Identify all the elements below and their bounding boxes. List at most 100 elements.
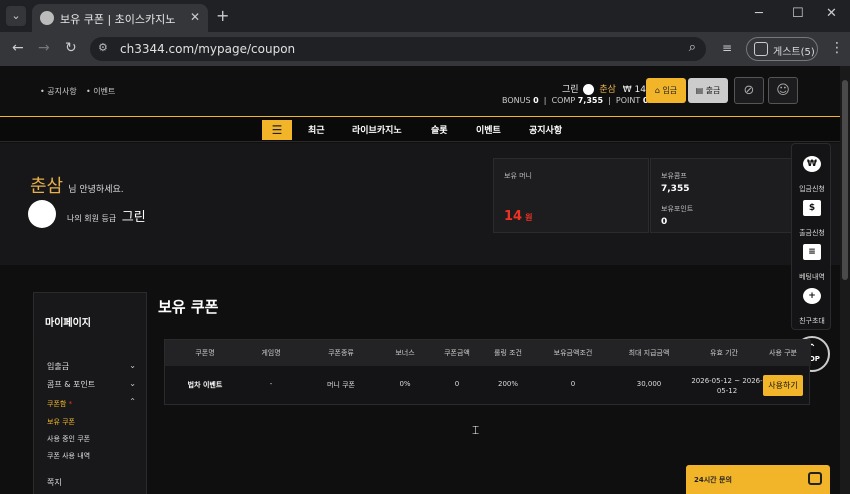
col-period: 유효 기간 — [710, 349, 738, 357]
money-label: 보유 머니 — [504, 172, 532, 180]
col-rolling: 롤링 조건 — [494, 349, 522, 357]
col-bonus: 보너스 — [395, 349, 415, 357]
chevron-down-icon[interactable]: ⌄ — [129, 361, 136, 370]
col-name: 쿠폰명 — [195, 349, 215, 357]
bonus-label: BONUS — [502, 96, 531, 105]
back-icon[interactable]: ← — [12, 40, 24, 56]
profile-button[interactable]: 게스트(5) — [746, 37, 818, 61]
quick-withdraw[interactable]: $ 출금신청 — [792, 200, 832, 239]
quick-deposit[interactable]: ₩ 입금신청 — [792, 156, 832, 195]
chevron-up-icon[interactable]: ⌃ — [129, 397, 136, 406]
sidebar-item-coupons[interactable]: 쿠폰함 * — [47, 399, 72, 409]
won-icon: ₩ — [803, 156, 821, 172]
close-window-icon[interactable]: ✕ — [826, 6, 837, 21]
main-menu: ☰ 최근 라이브카지노 슬롯 이벤트 공지사항 — [0, 116, 850, 142]
quick-bet-history[interactable]: ≡ 베팅내역 — [792, 244, 832, 283]
table-header: 쿠폰명 게임명 쿠폰종류 보너스 쿠폰금액 롤링 조건 보유금액조건 최대 지급… — [165, 340, 811, 366]
quick-withdraw-label: 출금신청 — [799, 229, 825, 237]
hero-greeting: 님 안녕하세요. — [68, 185, 124, 195]
browser-tab-strip: ⌄ 보유 쿠폰 | 초이스카지노 ✕ + ─ ☐ ✕ — [0, 0, 850, 32]
col-max-payout: 최대 지급금액 — [628, 349, 670, 357]
grade-name: 그린 — [121, 210, 146, 225]
maximize-icon[interactable]: ☐ — [792, 6, 804, 21]
point-card-value: 0 — [661, 217, 668, 227]
comp-card: 보유콤프 7,355 보유포인트 0 — [650, 158, 795, 233]
level-name: 그린 — [562, 85, 579, 95]
cell-hold-condition: 0 — [570, 380, 576, 388]
grade-label: 나의 회원 등급 — [67, 214, 117, 223]
quick-menu: ₩ 입금신청 $ 출금신청 ≡ 베팅내역 + 친구초대 — [791, 143, 831, 330]
point-card-label: 보유포인트 — [661, 205, 694, 213]
profile-icon — [754, 42, 768, 56]
new-tab-button[interactable]: + — [216, 6, 229, 25]
event-link[interactable]: • 이벤트 — [86, 86, 115, 97]
use-coupon-button[interactable]: 사용하기 — [763, 375, 803, 396]
address-bar[interactable]: ⚙ ch3344.com/mypage/coupon ⌕ — [90, 37, 706, 61]
points-summary: BONUS 0 | COMP 7,355 | POINT 0 — [502, 96, 648, 105]
col-hold-condition: 보유금액조건 — [553, 349, 593, 357]
menu-item-live-casino[interactable]: 라이브카지노 — [352, 123, 402, 136]
col-type: 쿠폰종류 — [328, 349, 354, 357]
page-title: 보유 쿠폰 — [158, 298, 219, 316]
quick-invite[interactable]: + 친구초대 — [792, 288, 832, 327]
support-chat-button[interactable]: 24시간 문의 — [686, 465, 830, 494]
browser-tab[interactable]: 보유 쿠폰 | 초이스카지노 ✕ — [32, 4, 208, 32]
sidebar-item-messages[interactable]: 쪽지 — [47, 477, 62, 488]
menu-item-slot[interactable]: 슬롯 — [431, 123, 448, 136]
url-text[interactable]: ch3344.com/mypage/coupon — [120, 42, 295, 56]
quick-bet-history-label: 베팅내역 — [799, 273, 825, 281]
sidebar-sub-coupon-history[interactable]: 쿠폰 사용 내역 — [47, 451, 90, 461]
hero-username: 춘삼 — [30, 176, 64, 197]
scrollbar-thumb[interactable] — [842, 80, 848, 280]
sidebar-sub-active-coupons[interactable]: 사용 중인 쿠폰 — [47, 434, 90, 444]
comp-card-value: 7,355 — [661, 184, 690, 194]
withdraw-button[interactable]: ▤ 출금 — [688, 78, 728, 103]
quick-invite-label: 친구초대 — [799, 317, 825, 325]
cell-type: 머니 쿠폰 — [327, 381, 355, 389]
col-game: 게임명 — [261, 349, 281, 357]
cell-name: 법차 이벤트 — [187, 381, 223, 389]
grade-info: 나의 회원 등급 그린 — [67, 206, 146, 225]
hamburger-icon[interactable]: ☰ — [262, 120, 292, 140]
quick-deposit-label: 입금신청 — [799, 185, 825, 193]
site-header: • 공지사항 • 이벤트 그린 춘삼 ₩ 14 BONUS 0 | COMP 7… — [28, 66, 840, 116]
reload-icon[interactable]: ↻ — [65, 40, 77, 56]
zoom-icon[interactable]: ⌕ — [689, 40, 696, 55]
bonus-value: 0 — [533, 96, 539, 105]
sidebar-item-deposit-withdraw[interactable]: 입출금 — [47, 361, 69, 372]
favicon-icon — [40, 11, 54, 25]
sidebar-title: 마이페이지 — [45, 318, 91, 329]
comp-label: COMP — [551, 96, 576, 105]
notice-link[interactable]: • 공지사항 — [40, 86, 77, 97]
username: 춘삼 — [599, 85, 616, 95]
menu-item-event[interactable]: 이벤트 — [476, 123, 501, 136]
sidebar-item-comp-point[interactable]: 콤프 & 포인트 — [47, 379, 95, 390]
comp-card-label: 보유콤프 — [661, 172, 687, 180]
media-control-icon[interactable]: ≡ — [722, 41, 732, 55]
cell-rolling: 200% — [497, 380, 519, 388]
site-info-icon[interactable]: ⚙ — [98, 41, 108, 54]
tab-search-button[interactable]: ⌄ — [6, 6, 26, 26]
deposit-button[interactable]: ⌂ 입금 — [646, 78, 686, 103]
menu-item-recent[interactable]: 최근 — [308, 123, 325, 136]
tab-title: 보유 쿠폰 | 초이스카지노 — [60, 13, 176, 26]
profile-label: 게스트(5) — [773, 47, 815, 58]
chat-label: 24시간 문의 — [694, 476, 732, 484]
minimize-icon[interactable]: ─ — [755, 6, 763, 21]
sidebar-sub-owned-coupons[interactable]: 보유 쿠폰 — [47, 417, 75, 427]
close-tab-icon[interactable]: ✕ — [190, 10, 200, 24]
withdraw-icon: $ — [803, 200, 821, 216]
chevron-down-icon[interactable]: ⌄ — [129, 379, 136, 388]
logout-icon[interactable]: ⊘ — [734, 77, 764, 104]
cell-amount: 0 — [454, 380, 460, 388]
user-icon[interactable]: ☺ — [768, 77, 798, 104]
cell-game: - — [269, 380, 273, 388]
add-user-icon: + — [803, 288, 821, 304]
document-icon: ≡ — [803, 244, 821, 260]
browser-menu-icon[interactable]: ⋮ — [830, 40, 844, 56]
profile-hero: 춘삼 님 안녕하세요. 나의 회원 등급 그린 보유 머니 14 원 보유콤프 7… — [0, 143, 850, 265]
forward-icon[interactable]: → — [38, 40, 50, 56]
money-value: 14 원 — [504, 209, 533, 224]
menu-item-notice[interactable]: 공지사항 — [529, 123, 562, 136]
page: • 공지사항 • 이벤트 그린 춘삼 ₩ 14 BONUS 0 | COMP 7… — [0, 66, 850, 494]
